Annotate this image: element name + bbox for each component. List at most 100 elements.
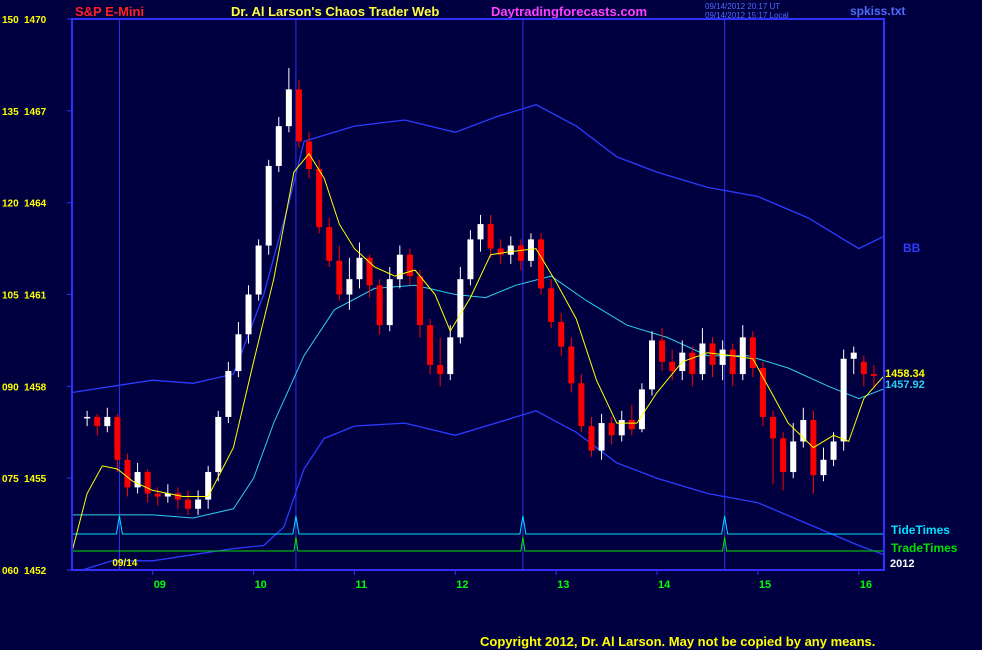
- trade-times-line: [72, 536, 884, 552]
- candle-down: [729, 349, 736, 375]
- candle-down: [306, 141, 313, 169]
- chart-stage: S&P E-Mini Dr. Al Larson's Chaos Trader …: [0, 0, 982, 650]
- lower-band-line: [81, 410, 885, 571]
- candle-down: [588, 426, 595, 451]
- y-tick-left-label: 060: [2, 566, 19, 577]
- candle-up: [134, 472, 141, 488]
- candle-up: [598, 423, 605, 451]
- last-value-label: 1457.92: [885, 379, 925, 391]
- candle-down: [548, 288, 555, 323]
- candle-up: [265, 165, 272, 246]
- candle-up: [850, 352, 857, 359]
- candle-down: [417, 276, 423, 326]
- tide-times-line: [72, 515, 884, 535]
- candle-down: [780, 438, 787, 473]
- candle-down: [659, 340, 666, 362]
- candle-up: [649, 340, 655, 390]
- candle-up: [84, 416, 91, 419]
- y-tick-left-label: 075: [2, 474, 19, 485]
- y-tick-left-label: 090: [2, 382, 19, 393]
- candle-down: [124, 459, 131, 488]
- upper-band-line: [71, 103, 885, 394]
- candle-up: [457, 279, 464, 338]
- candle-up: [356, 257, 363, 280]
- candle-down: [538, 239, 545, 289]
- candle-down: [860, 361, 867, 375]
- candle-down: [709, 343, 716, 365]
- candle-down: [770, 416, 777, 439]
- candle-up: [255, 245, 262, 295]
- y-tick-price-label: 1455: [24, 474, 47, 485]
- candle-up: [840, 358, 847, 442]
- candle-up: [830, 441, 837, 460]
- y-tick-price-label: 1470: [24, 15, 47, 26]
- band-label: BB: [903, 241, 921, 255]
- candle-up: [215, 416, 222, 473]
- y-tick-price-label: 1452: [24, 566, 47, 577]
- tide-times-label: TideTimes: [891, 523, 950, 537]
- y-tick-price-label: 1458: [24, 382, 47, 393]
- x-tick-label: 15: [759, 579, 771, 591]
- candle-down: [144, 472, 151, 494]
- candle-up: [719, 349, 726, 365]
- candle-up: [477, 224, 484, 240]
- candle-up: [507, 245, 514, 255]
- plot-frame: [71, 18, 885, 571]
- y-tick-price-label: 1461: [24, 291, 47, 302]
- candle-down: [669, 361, 676, 372]
- fast-average-line: [71, 152, 885, 552]
- x-tick-label: 11: [355, 579, 367, 591]
- candle-up: [820, 459, 827, 476]
- trade-times-label: TradeTimes: [891, 541, 958, 555]
- candle-up: [275, 126, 282, 166]
- candle-up: [225, 371, 232, 417]
- y-tick-price-label: 1467: [24, 107, 47, 118]
- candle-down: [427, 325, 434, 365]
- candle-down: [517, 245, 524, 261]
- candle-up: [467, 239, 474, 280]
- candle-down: [174, 493, 181, 500]
- candle-down: [578, 383, 585, 427]
- candle-down: [689, 352, 696, 375]
- y-tick-left-label: 120: [2, 199, 19, 210]
- candle-up: [527, 239, 534, 261]
- candle-up: [386, 279, 393, 326]
- candle-up: [346, 279, 353, 295]
- year-label: 2012: [890, 558, 914, 570]
- x-tick-label: 12: [456, 579, 468, 591]
- candle-up: [638, 389, 645, 430]
- candle-down: [759, 367, 766, 417]
- candle-down: [336, 260, 343, 295]
- x-tick-label: 10: [255, 579, 267, 591]
- candle-up: [235, 334, 242, 372]
- candle-up: [699, 343, 706, 375]
- candle-down: [185, 499, 191, 509]
- y-tick-left-label: 150: [2, 15, 19, 26]
- candle-up: [245, 294, 252, 335]
- candle-down: [558, 322, 565, 347]
- candle-down: [568, 346, 575, 384]
- y-tick-left-label: 105: [2, 291, 19, 302]
- x-tick-label: 09: [154, 579, 166, 591]
- candle-down: [870, 374, 877, 376]
- candle-up: [790, 441, 797, 473]
- candle-up: [739, 337, 746, 375]
- candle-up: [195, 499, 202, 509]
- candle-down: [487, 224, 494, 249]
- candle-down: [628, 420, 635, 430]
- candle-up: [618, 420, 625, 436]
- x-tick-label: 16: [860, 579, 872, 591]
- candle-down: [94, 416, 101, 427]
- copyright-notice: Copyright 2012, Dr. Al Larson. May not b…: [480, 634, 876, 649]
- candle-up: [447, 337, 454, 375]
- date-label: 09/14: [112, 558, 137, 569]
- candle-down: [154, 493, 161, 497]
- y-tick-left-label: 135: [2, 107, 19, 118]
- candle-down: [326, 227, 333, 261]
- candle-up: [285, 89, 292, 127]
- candle-down: [406, 254, 413, 277]
- candle-down: [608, 423, 615, 436]
- candle-down: [376, 285, 383, 326]
- candle-down: [316, 168, 323, 228]
- candlestick-chart: 060 1452 075 1455 090 1458 105 1461 120 1464 135 14…: [2, 15, 958, 591]
